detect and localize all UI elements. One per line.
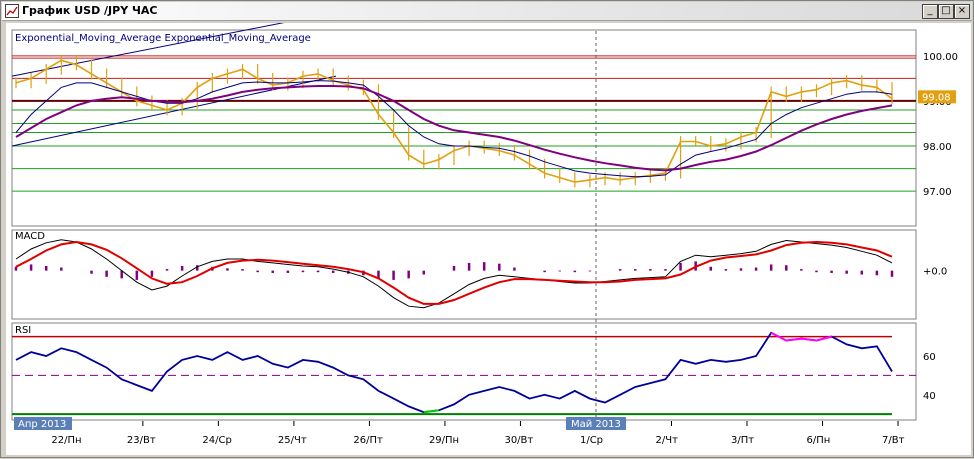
minimize-button[interactable]: _ bbox=[922, 4, 938, 19]
x-tick-label: 1/Ср bbox=[580, 435, 603, 446]
x-tick-label: 29/Пн bbox=[429, 435, 459, 446]
chart-canvas[interactable]: 97.0098.0099.00100.0099.08+0.0406022/Пн2… bbox=[6, 0, 971, 455]
x-tick-label: 6/Пн bbox=[807, 435, 831, 446]
rsi-tick-label: 40 bbox=[923, 391, 936, 402]
price-tick-label: 100.00 bbox=[923, 52, 958, 63]
price-tick-label: 98.00 bbox=[923, 142, 952, 153]
chart-icon bbox=[5, 4, 19, 18]
x-tick-label: 22/Пн bbox=[51, 435, 81, 446]
macd-tick-label: +0.0 bbox=[923, 267, 947, 278]
date-badge-april: Апр 2013 bbox=[14, 417, 72, 430]
x-tick-label: 25/Чт bbox=[278, 435, 307, 446]
x-tick-label: 23/Вт bbox=[127, 435, 156, 446]
x-tick-label: 24/Ср bbox=[202, 435, 231, 446]
x-tick-label: 26/Пт bbox=[353, 435, 383, 446]
x-tick-label: 2/Чт bbox=[655, 435, 678, 446]
close-button[interactable]: × bbox=[954, 4, 970, 19]
macd-legend: MACD bbox=[15, 231, 45, 242]
current-price-label: 99.08 bbox=[922, 92, 951, 103]
window-title: График USD /JPY ЧАС bbox=[22, 4, 158, 17]
rsi-tick-label: 60 bbox=[923, 352, 936, 363]
date-badge-may: Май 2013 bbox=[566, 417, 626, 430]
x-tick-label: 3/Пт bbox=[731, 435, 754, 446]
x-tick-label: 30/Вт bbox=[504, 435, 533, 446]
date-badge-april-text: Апр 2013 bbox=[18, 419, 66, 430]
x-tick-label: 7/Вт bbox=[882, 435, 905, 446]
date-badge-may-text: Май 2013 bbox=[571, 419, 621, 430]
price-tick-label: 97.00 bbox=[923, 187, 952, 198]
maximize-button[interactable]: □ bbox=[938, 4, 954, 19]
price-legend: Exponential_Moving_Average Exponential_M… bbox=[15, 33, 311, 44]
chart-area[interactable]: 97.0098.0099.00100.0099.08+0.0406022/Пн2… bbox=[6, 0, 971, 455]
chart-window: График USD /JPY ЧАС _ □ × 97.00 98.00 99.0… bbox=[0, 0, 974, 458]
rsi-legend: RSI bbox=[15, 325, 31, 336]
title-bar[interactable]: График USD /JPY ЧАС _ □ × bbox=[2, 2, 972, 21]
price-panel bbox=[11, 29, 917, 227]
